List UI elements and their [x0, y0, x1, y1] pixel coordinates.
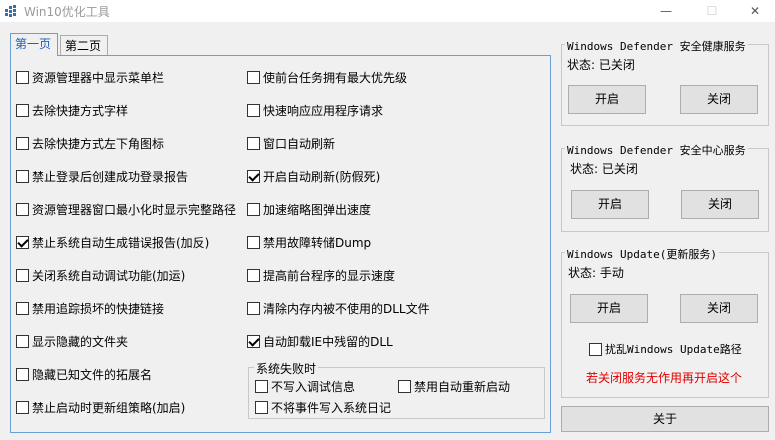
checkbox[interactable] [16, 170, 29, 183]
enable-windows-update-button[interactable]: 开启 [570, 294, 648, 323]
tab-page-1[interactable]: 第一页 [10, 33, 58, 56]
warning-text: 若关闭服务无作用再开启这个 [586, 371, 743, 385]
about-button[interactable]: 关于 [561, 406, 769, 432]
checkbox[interactable] [247, 302, 260, 315]
disable-defender-health-button[interactable]: 关闭 [680, 85, 758, 114]
checkbox[interactable] [16, 335, 29, 348]
option-clear-unused-dll[interactable]: 清除内存内被不使用的DLL文件 [247, 300, 430, 317]
system-failure-title: 系统失败时 [254, 360, 319, 377]
checkbox[interactable] [247, 137, 260, 150]
checkbox[interactable] [16, 137, 29, 150]
option-fast-thumbnails[interactable]: 加速缩略图弹出速度 [247, 201, 371, 218]
option-disable-auto-restart[interactable]: 禁用自动重新启动 [398, 378, 510, 395]
option-foreground-priority[interactable]: 使前台任务拥有最大优先级 [247, 69, 407, 86]
checkbox[interactable] [589, 342, 602, 356]
disable-windows-update-button[interactable]: 关闭 [680, 294, 758, 323]
enable-defender-health-button[interactable]: 开启 [568, 85, 646, 114]
checkbox[interactable] [398, 380, 411, 393]
enable-defender-center-button[interactable]: 开启 [571, 190, 649, 219]
service-title: Windows Defender 安全中心服务 [565, 142, 748, 158]
checkbox-checked[interactable] [247, 335, 260, 348]
window-title: Win10优化工具 [24, 5, 110, 19]
option-window-auto-refresh[interactable]: 窗口自动刷新 [247, 135, 335, 152]
checkbox[interactable] [255, 401, 268, 414]
option-auto-refresh-anti-freeze[interactable]: 开启自动刷新(防假死) [247, 168, 380, 185]
service-title: Windows Update(更新服务) [565, 246, 719, 262]
disable-defender-center-button[interactable]: 关闭 [681, 190, 759, 219]
checkbox[interactable] [255, 380, 268, 393]
option-disable-link-tracking[interactable]: 禁用追踪损坏的快捷链接 [16, 300, 164, 317]
checkbox[interactable] [247, 269, 260, 282]
checkbox-checked[interactable] [16, 236, 29, 249]
checkbox[interactable] [247, 71, 260, 84]
option-show-full-path[interactable]: 资源管理器窗口最小化时显示完整路径 [16, 201, 236, 218]
checkbox[interactable] [247, 104, 260, 117]
checkbox[interactable] [16, 71, 29, 84]
option-foreground-display-speed[interactable]: 提高前台程序的显示速度 [247, 267, 395, 284]
service-status: 状态: 手动 [568, 266, 624, 280]
checkbox[interactable] [16, 401, 29, 414]
service-status: 状态: 已关闭 [567, 58, 635, 72]
checkbox[interactable] [247, 203, 260, 216]
option-unload-ie-dll[interactable]: 自动卸载IE中残留的DLL [247, 333, 393, 350]
checkbox[interactable] [16, 269, 29, 282]
option-remove-shortcut-arrow[interactable]: 去除快捷方式左下角图标 [16, 135, 164, 152]
minimize-button[interactable]: — [643, 0, 689, 22]
option-disable-dump[interactable]: 禁用故障转储Dump [247, 234, 371, 251]
option-disable-login-report[interactable]: 禁止登录后创建成功登录报告 [16, 168, 188, 185]
tab-page-2[interactable]: 第二页 [60, 35, 108, 55]
option-scramble-update-path[interactable]: 扰乱Windows Update路径 [589, 341, 742, 357]
title-bar: Win10优化工具 — ☐ ✕ [0, 0, 775, 22]
checkbox[interactable] [16, 203, 29, 216]
checkbox[interactable] [247, 236, 260, 249]
close-button[interactable]: ✕ [732, 0, 775, 22]
checkbox-checked[interactable] [247, 170, 260, 183]
service-status: 状态: 已关闭 [570, 162, 638, 176]
option-hide-extensions[interactable]: 隐藏已知文件的拓展名 [16, 366, 152, 383]
service-title: Windows Defender 安全健康服务 [565, 38, 748, 54]
option-no-event-log[interactable]: 不将事件写入系统日记 [255, 399, 391, 416]
option-remove-shortcut-text[interactable]: 去除快捷方式字样 [16, 102, 128, 119]
option-disable-error-report[interactable]: 禁止系统自动生成错误报告(加反) [16, 234, 209, 251]
option-show-hidden-folders[interactable]: 显示隐藏的文件夹 [16, 333, 128, 350]
maximize-button[interactable]: ☐ [689, 0, 735, 22]
checkbox[interactable] [16, 302, 29, 315]
checkbox[interactable] [16, 368, 29, 381]
option-show-menu-bar[interactable]: 资源管理器中显示菜单栏 [16, 69, 164, 86]
app-icon [5, 5, 16, 17]
option-disable-gpo-update[interactable]: 禁止启动时更新组策略(加启) [16, 399, 185, 416]
option-no-debug-info[interactable]: 不写入调试信息 [255, 378, 355, 395]
option-fast-app-response[interactable]: 快速响应应用程序请求 [247, 102, 383, 119]
option-disable-auto-debug[interactable]: 关闭系统自动调试功能(加运) [16, 267, 185, 284]
checkbox[interactable] [16, 104, 29, 117]
